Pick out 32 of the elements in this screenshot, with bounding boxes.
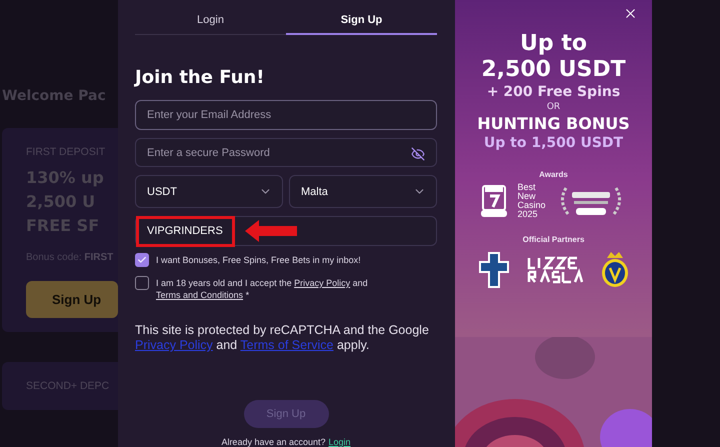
promo-text: HUNTING BONUS — [477, 114, 630, 134]
promo-text: Up to — [520, 31, 587, 57]
promo-text: 2,500 USDT — [481, 57, 626, 83]
award-badge-icon — [481, 184, 508, 218]
terms-link[interactable]: Terms and Conditions — [156, 290, 244, 300]
tab[interactable]: Sign Up — [286, 8, 437, 35]
arrow-icon — [245, 220, 297, 242]
footer-text: Already have an account? — [221, 436, 326, 447]
country-select[interactable]: Malta — [289, 175, 437, 208]
consent-text: I want Bonuses, Free Spins, Free Bets in my inbox! — [156, 254, 361, 266]
login-link[interactable]: Login — [328, 436, 351, 447]
promo-text: + 200 Free Spins — [486, 83, 620, 101]
tab[interactable]: Login — [135, 8, 286, 35]
recaptcha-notice: This site is protected by reCAPTCHA and the Google Privacy Policy and Terms of Service apply. — [135, 323, 430, 354]
promo-text: Up to 1,500 USDT — [484, 134, 624, 152]
partner-logo-icon — [526, 255, 582, 285]
award-text: Best New Casino 2025 — [517, 183, 546, 219]
consent-text: I am 18 years old and I accept the Privacy Policy and Terms and Conditions * — [156, 277, 369, 302]
checkbox[interactable] — [135, 253, 149, 268]
partners-label: Official Partners — [522, 235, 584, 244]
hide-password-icon[interactable] — [411, 146, 425, 161]
password-field[interactable]: Enter a secure Password — [135, 138, 437, 168]
checkmark-icon — [137, 255, 147, 266]
privacy-policy-link[interactable]: Privacy Policy — [294, 278, 350, 288]
awards-label: Awards — [539, 170, 568, 179]
checkbox[interactable] — [135, 276, 149, 290]
promo-text: OR — [546, 101, 560, 114]
crest-icon — [600, 252, 628, 288]
currency-select[interactable]: USDT — [135, 175, 283, 208]
email-field[interactable]: Enter your Email Address — [135, 100, 437, 130]
form-heading: Join the Fun! — [135, 67, 266, 88]
close-icon[interactable] — [623, 6, 638, 21]
